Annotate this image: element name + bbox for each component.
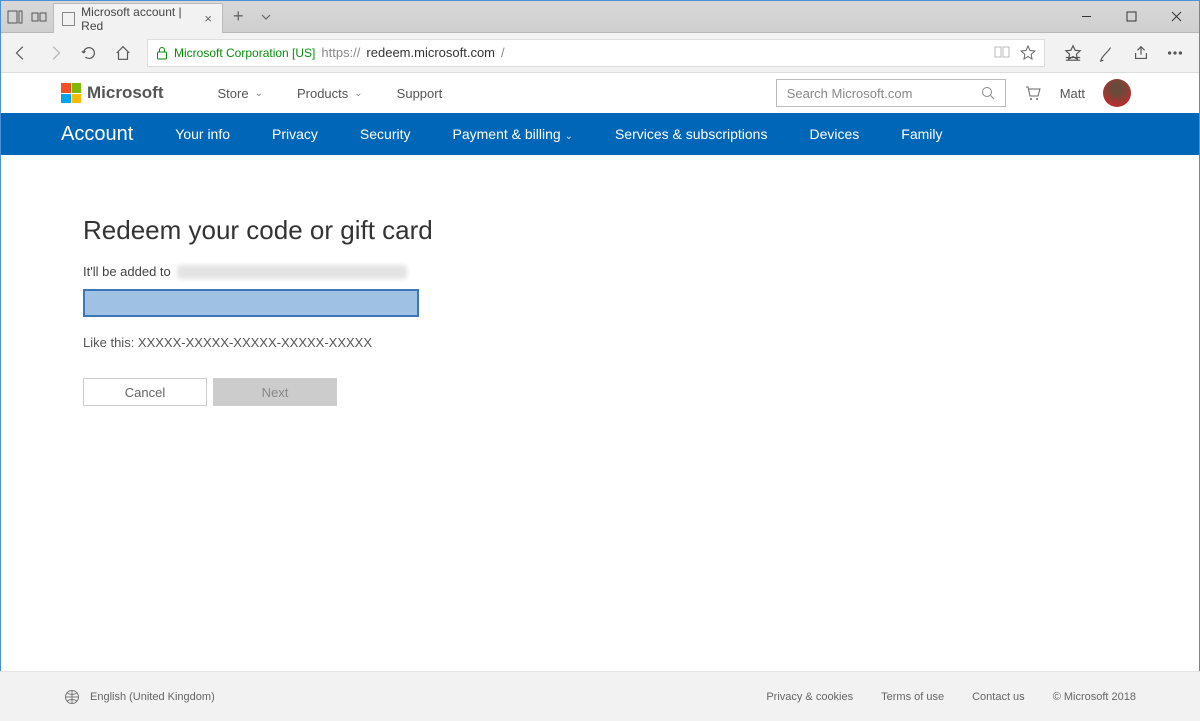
favorites-hub-icon[interactable] <box>1063 43 1083 63</box>
nav-privacy[interactable]: Privacy <box>272 126 318 142</box>
hint-prefix: Like this: <box>83 335 138 350</box>
close-window-button[interactable] <box>1154 1 1199 32</box>
nav-store[interactable]: Store ⌄ <box>218 86 263 101</box>
tab-favicon <box>62 12 75 26</box>
forward-button[interactable] <box>45 43 65 63</box>
more-menu-icon[interactable] <box>1165 43 1185 63</box>
locale-selector[interactable]: English (United Kingdom) <box>90 691 215 703</box>
tab-dropdown-icon[interactable] <box>254 1 278 32</box>
minimize-button[interactable] <box>1064 1 1109 32</box>
microsoft-logo-icon <box>61 83 81 103</box>
footer-terms[interactable]: Terms of use <box>881 691 944 703</box>
site-header: Microsoft Store ⌄ Products ⌄ Support Searc… <box>1 73 1199 113</box>
reading-view-icon[interactable] <box>994 45 1010 61</box>
added-to-text: It'll be added to <box>83 264 1199 279</box>
nav-security[interactable]: Security <box>360 126 411 142</box>
back-button[interactable] <box>11 43 31 63</box>
account-email-redacted <box>177 265 407 279</box>
main-content: Redeem your code or gift card It'll be a… <box>1 155 1199 406</box>
account-nav: Account Your info Privacy Security Payme… <box>1 113 1199 155</box>
url-scheme: https:// <box>321 45 360 60</box>
tab-preview-icon[interactable] <box>31 9 47 25</box>
nav-products-label: Products <box>297 86 348 101</box>
microsoft-logo-text: Microsoft <box>87 83 164 103</box>
new-tab-button[interactable]: + <box>223 1 254 32</box>
tabs-aside-icon[interactable] <box>7 9 23 25</box>
address-bar[interactable]: Microsoft Corporation [US] https:// redee… <box>147 39 1045 67</box>
nav-store-label: Store <box>218 86 249 101</box>
chevron-down-icon: ⌄ <box>565 131 573 142</box>
added-to-prefix: It'll be added to <box>83 264 171 279</box>
home-button[interactable] <box>113 43 133 63</box>
nav-your-info[interactable]: Your info <box>175 126 230 142</box>
nav-support[interactable]: Support <box>397 86 443 101</box>
tab-title: Microsoft account | Red <box>81 5 198 33</box>
site-footer: English (United Kingdom) Privacy & cooki… <box>0 671 1200 721</box>
nav-family[interactable]: Family <box>901 126 942 142</box>
nav-devices[interactable]: Devices <box>809 126 859 142</box>
browser-toolbar: Microsoft Corporation [US] https:// redee… <box>1 33 1199 73</box>
account-heading[interactable]: Account <box>61 123 133 146</box>
chevron-down-icon: ⌄ <box>354 88 362 99</box>
url-host: redeem.microsoft.com <box>366 45 495 60</box>
refresh-button[interactable] <box>79 43 99 63</box>
share-icon[interactable] <box>1131 43 1151 63</box>
nav-payment-label: Payment & billing <box>453 126 561 142</box>
chevron-down-icon: ⌄ <box>255 88 263 99</box>
code-format-hint: Like this: XXXXX-XXXXX-XXXXX-XXXXX-XXXXX <box>83 335 1199 350</box>
browser-tab[interactable]: Microsoft account | Red × <box>53 3 223 33</box>
search-icon[interactable] <box>981 86 995 100</box>
nav-products[interactable]: Products ⌄ <box>297 86 363 101</box>
footer-copyright: © Microsoft 2018 <box>1053 691 1136 703</box>
maximize-button[interactable] <box>1109 1 1154 32</box>
username[interactable]: Matt <box>1060 86 1085 101</box>
notes-icon[interactable] <box>1097 43 1117 63</box>
hint-pattern: XXXXX-XXXXX-XXXXX-XXXXX-XXXXX <box>138 335 372 350</box>
site-search[interactable]: Search Microsoft.com <box>776 79 1006 107</box>
close-tab-icon[interactable]: × <box>204 11 212 26</box>
cert-org: Microsoft Corporation [US] <box>174 46 315 60</box>
window-titlebar: Microsoft account | Red × + <box>1 1 1199 33</box>
nav-support-label: Support <box>397 86 443 101</box>
nav-payment-billing[interactable]: Payment & billing ⌄ <box>453 126 573 142</box>
footer-privacy[interactable]: Privacy & cookies <box>766 691 853 703</box>
redeem-code-input[interactable] <box>83 289 419 317</box>
microsoft-logo[interactable]: Microsoft <box>61 83 164 103</box>
cart-icon[interactable] <box>1024 84 1042 102</box>
next-button[interactable]: Next <box>213 378 337 406</box>
lock-icon <box>156 46 168 60</box>
nav-services-subscriptions[interactable]: Services & subscriptions <box>615 126 768 142</box>
favorite-star-icon[interactable] <box>1020 45 1036 61</box>
page-title: Redeem your code or gift card <box>83 215 1199 246</box>
footer-contact[interactable]: Contact us <box>972 691 1025 703</box>
avatar[interactable] <box>1103 79 1131 107</box>
search-placeholder: Search Microsoft.com <box>787 86 913 101</box>
cancel-button[interactable]: Cancel <box>83 378 207 406</box>
globe-icon[interactable] <box>64 689 80 705</box>
url-path: / <box>501 45 505 60</box>
